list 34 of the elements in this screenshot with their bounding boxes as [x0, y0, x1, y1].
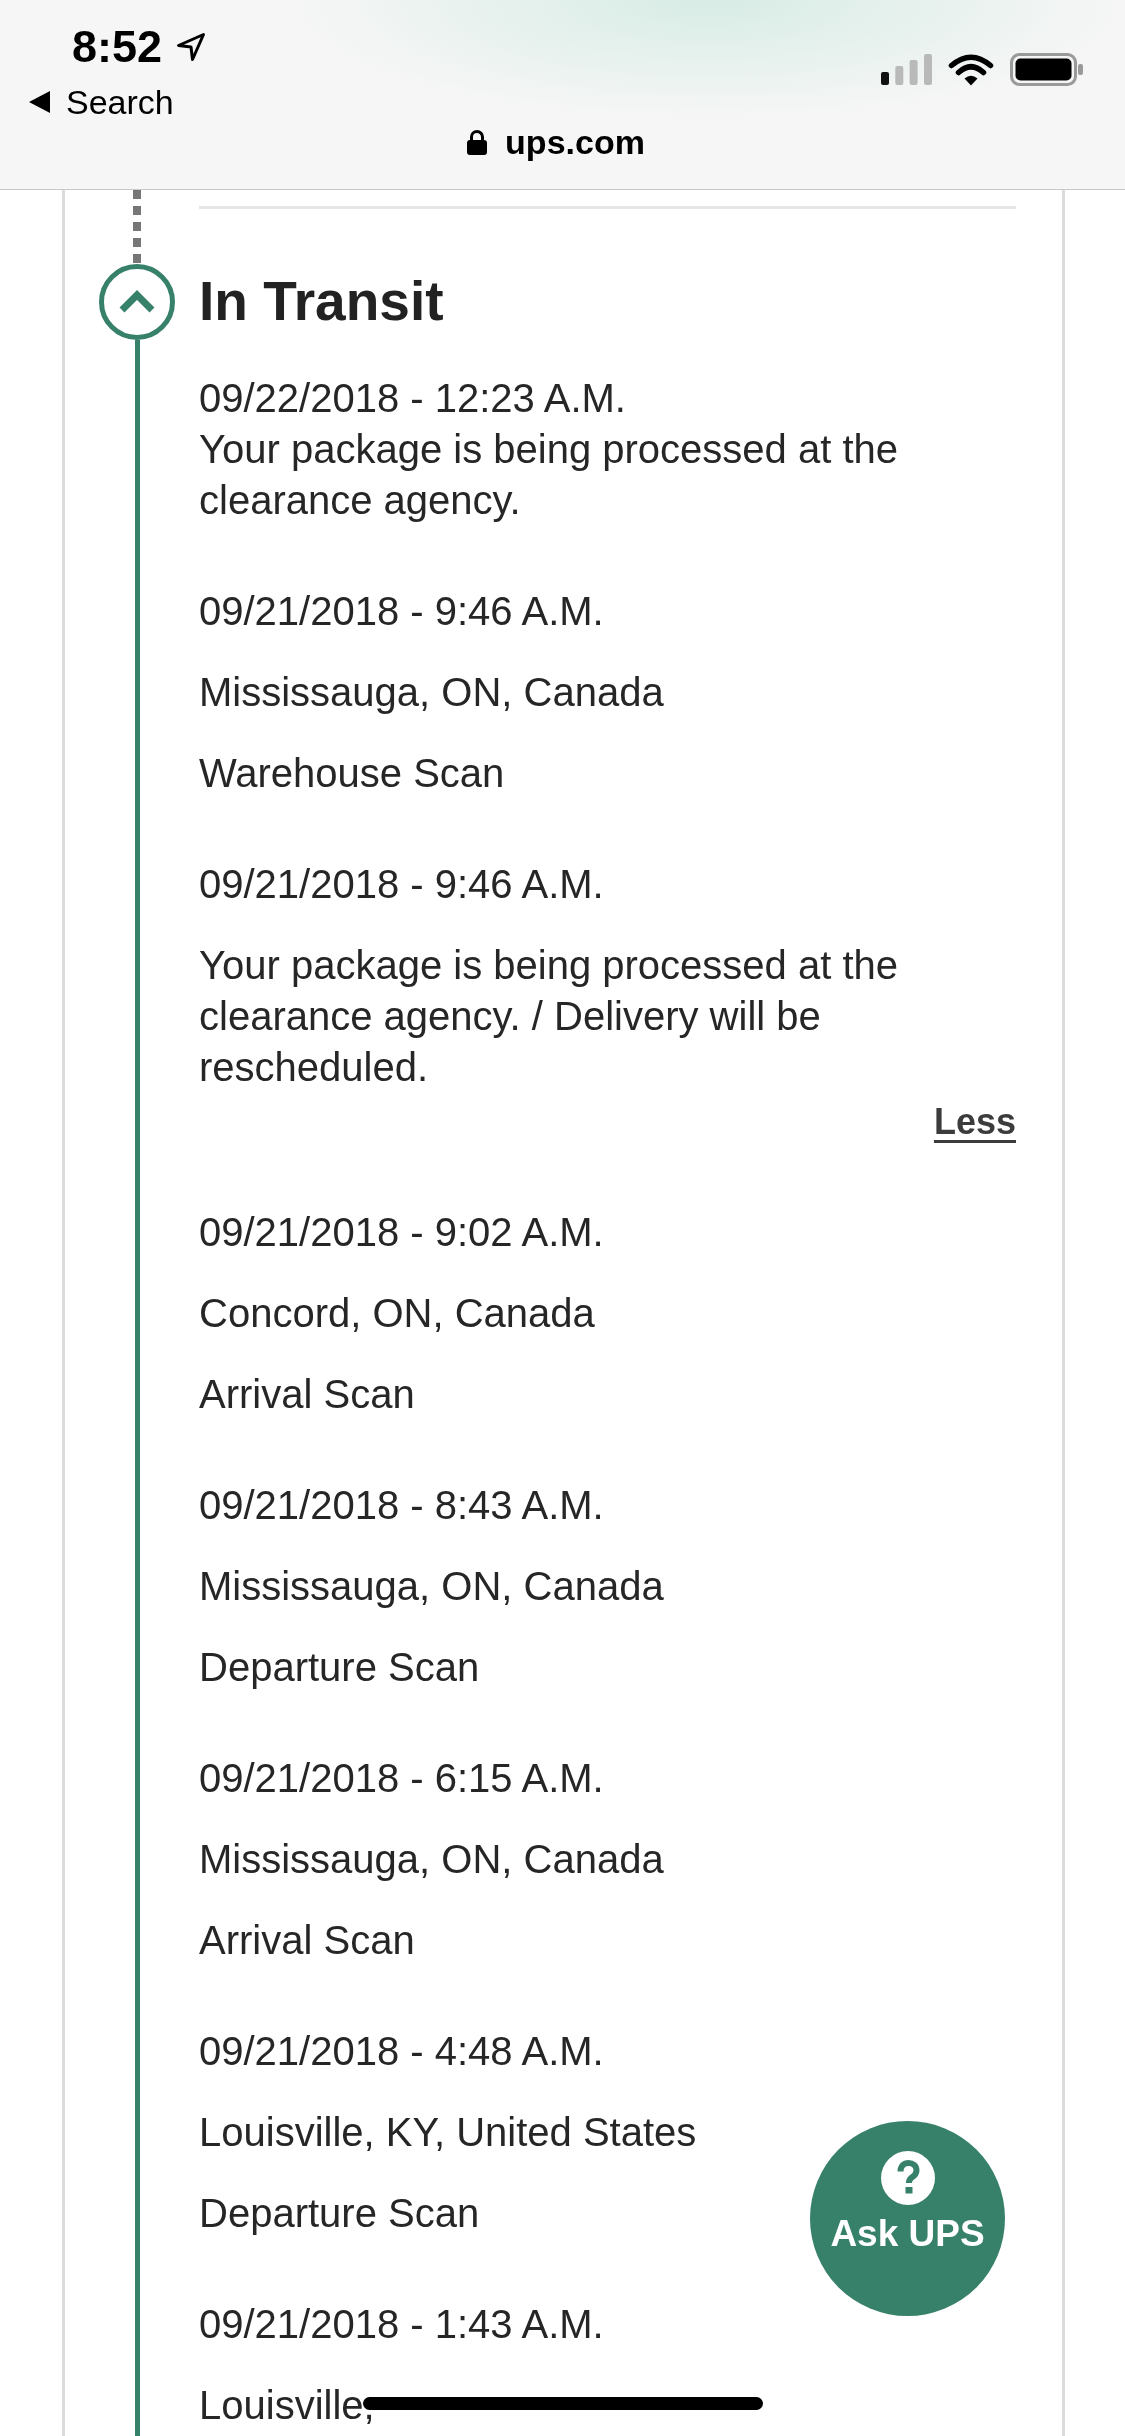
event-date: 09/21/2018 - 1:43 A.M. — [199, 2301, 604, 2348]
event-activity: Arrival Scan — [199, 1371, 415, 1418]
event-date: 09/21/2018 - 9:46 A.M. — [199, 588, 604, 635]
back-triangle-icon — [29, 91, 50, 113]
address-bar[interactable]: ups.com — [467, 122, 645, 162]
event-location: Mississauga, ON, Canada — [199, 1836, 664, 1883]
event-location: Louisville, — [199, 2382, 375, 2429]
signal-icon — [881, 53, 932, 85]
event-description: Your package is being processed at the clearance agency. — [199, 426, 899, 524]
event-activity: Departure Scan — [199, 1644, 480, 1691]
help-icon — [880, 2151, 935, 2205]
less-link[interactable]: Less — [933, 1096, 1016, 1147]
chevron-up-icon — [118, 290, 156, 314]
event-activity: Warehouse Scan — [199, 750, 505, 797]
event-date: 09/22/2018 - 12:23 A.M. — [199, 375, 626, 422]
event-description: Your package is being processed at the clearance agency. / Delivery will be rescheduled. — [199, 942, 899, 1091]
event-date: 09/21/2018 - 6:15 A.M. — [199, 1755, 604, 1802]
wifi-icon — [948, 52, 994, 86]
event-location: Mississauga, ON, Canada — [199, 1563, 664, 1610]
event-date: 09/21/2018 - 9:46 A.M. — [199, 861, 604, 908]
status-time: 8:52 — [72, 22, 163, 72]
battery-icon — [1010, 52, 1083, 86]
event-activity: Departure Scan — [199, 2190, 480, 2237]
event-location: Louisville, KY, United States — [199, 2109, 697, 2156]
event-location: Mississauga, ON, Canada — [199, 669, 664, 716]
location-arrow-icon — [176, 32, 207, 62]
lock-icon — [467, 129, 488, 155]
event-date: 09/21/2018 - 4:48 A.M. — [199, 2028, 604, 2075]
back-link[interactable]: Search — [29, 82, 174, 122]
event-date: 09/21/2018 - 9:02 A.M. — [199, 1209, 604, 1256]
section-title: In Transit — [199, 271, 444, 331]
event-activity: Arrival Scan — [199, 1917, 415, 1964]
event-location: Concord, ON, Canada — [199, 1290, 595, 1337]
event-date: 09/21/2018 - 8:43 A.M. — [199, 1482, 604, 1529]
